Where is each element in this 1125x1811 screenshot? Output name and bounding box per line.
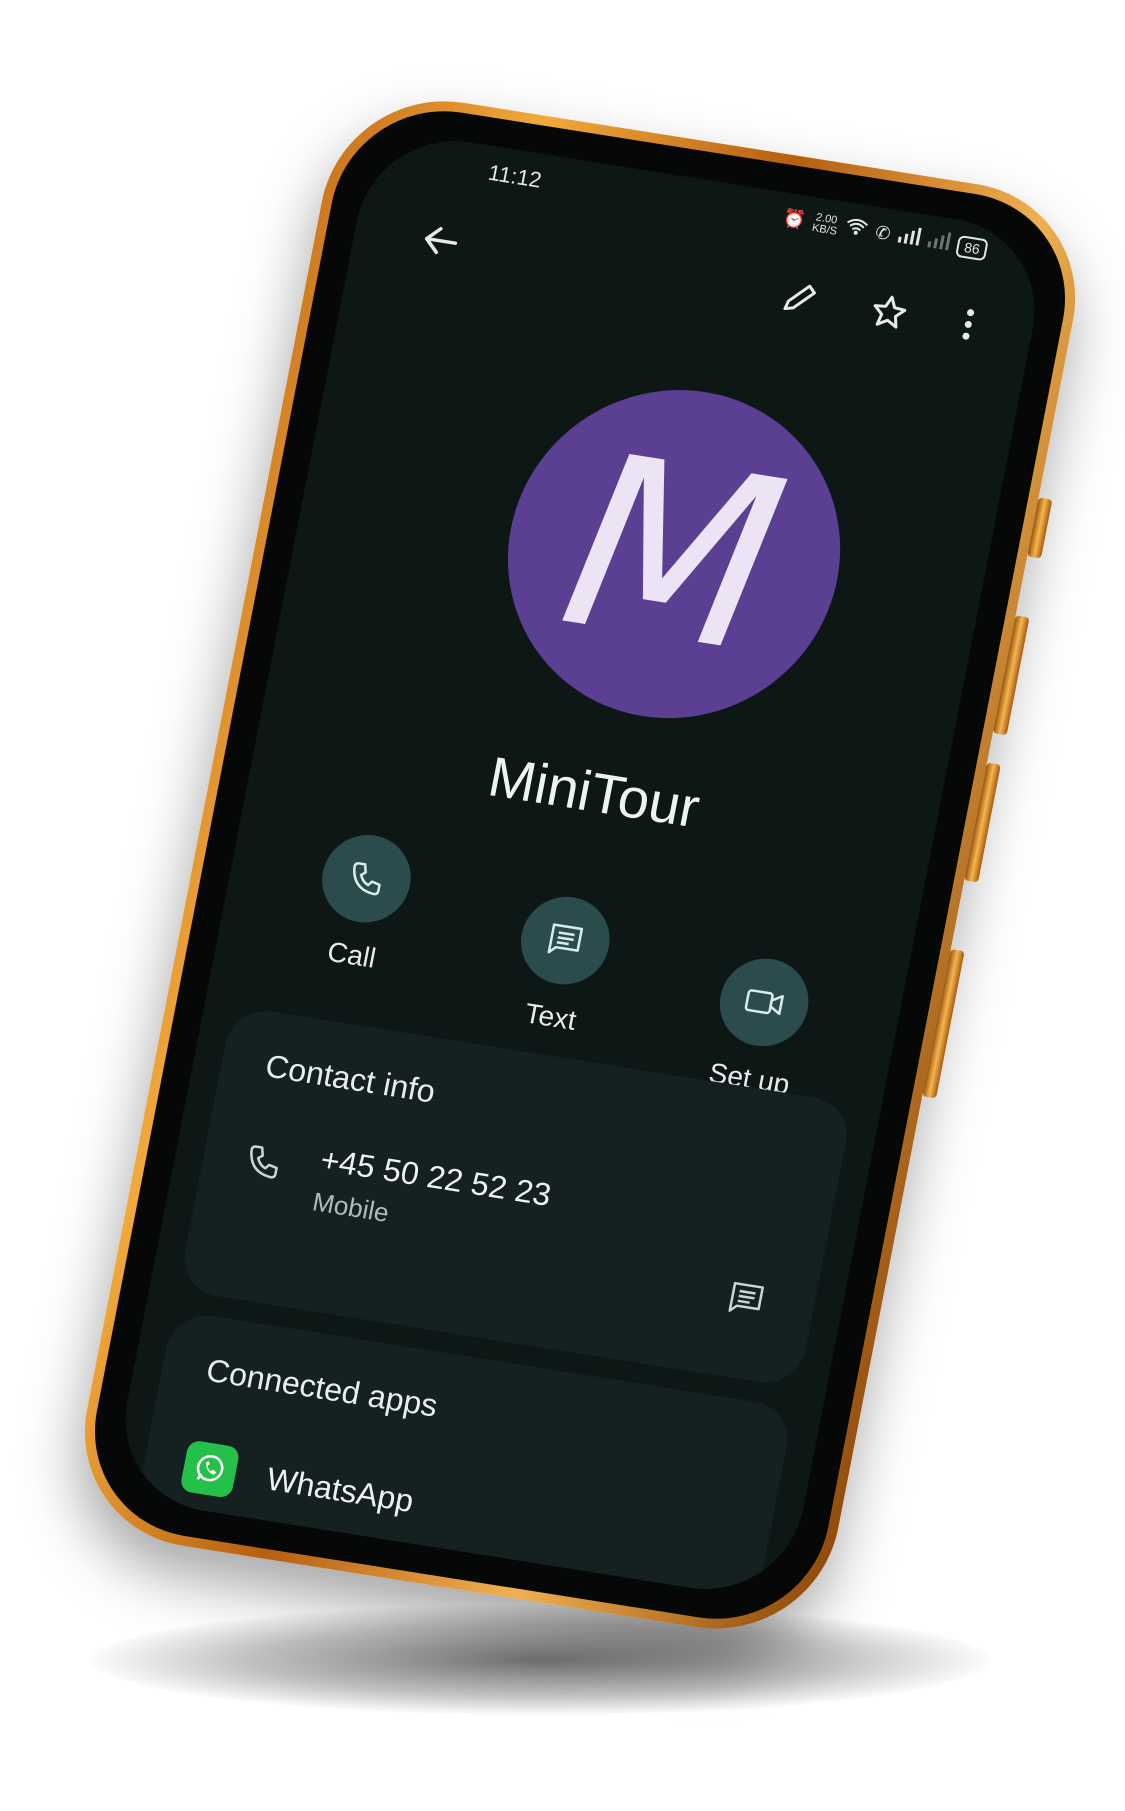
expand-apps-button[interactable]: [643, 1587, 677, 1603]
phone-row-icon-wrap: [239, 1139, 287, 1189]
wifi-calling-icon: ✆: [873, 222, 893, 245]
whatsapp-icon: [179, 1439, 241, 1499]
signal-no-service-icon: [926, 229, 952, 255]
call-label: Call: [324, 935, 379, 974]
phone-icon: [250, 1145, 278, 1179]
edit-button[interactable]: [765, 264, 836, 332]
favorite-button[interactable]: [854, 278, 925, 346]
video-icon: [744, 989, 784, 1016]
more-options-button[interactable]: [933, 290, 1004, 358]
edit-pencil-icon: [783, 284, 816, 311]
whatsapp-app-item[interactable]: WhatsApp: [264, 1461, 417, 1520]
phone-screen: 11:12 ⏰ 2.00 KB/S ✆ 86 M MiniTour Call T…: [109, 127, 1051, 1603]
network-speed: 2.00 KB/S: [811, 211, 840, 238]
message-icon: [728, 1281, 764, 1312]
call-button[interactable]: [314, 828, 419, 929]
message-icon: [547, 923, 584, 954]
network-speed-unit: KB/S: [811, 221, 839, 238]
phone-icon: [353, 862, 381, 896]
chevron-down-icon: [648, 1591, 674, 1603]
status-time: 11:12: [486, 159, 544, 193]
signal-icon: [896, 225, 923, 251]
more-vert-icon: [962, 309, 975, 340]
contact-avatar: M: [479, 366, 869, 742]
star-icon: [873, 295, 907, 329]
alarm-icon: ⏰: [781, 207, 808, 231]
battery-indicator: 86: [955, 234, 989, 261]
wifi-icon: [844, 216, 870, 242]
video-setup-button[interactable]: [712, 952, 817, 1053]
text-label: Text: [522, 997, 579, 1036]
send-message-button[interactable]: [722, 1276, 770, 1326]
contact-info-title: Contact info: [262, 1047, 439, 1110]
back-button[interactable]: [405, 207, 476, 275]
back-arrow-icon: [424, 227, 458, 255]
phone-bezel: 11:12 ⏰ 2.00 KB/S ✆ 86 M MiniTour Call T…: [75, 95, 1085, 1635]
status-icons: ⏰ 2.00 KB/S ✆ 86: [781, 206, 989, 261]
text-button[interactable]: [513, 890, 618, 991]
phone-device: 11:12 ⏰ 2.00 KB/S ✆ 86 M MiniTour Call T…: [64, 84, 1096, 1646]
phone-type: Mobile: [310, 1186, 392, 1228]
avatar-letter: M: [545, 400, 804, 708]
phone-shadow: [90, 1605, 990, 1715]
call-action[interactable]: Call: [263, 824, 449, 1042]
connected-apps-title: Connected apps: [203, 1351, 441, 1424]
